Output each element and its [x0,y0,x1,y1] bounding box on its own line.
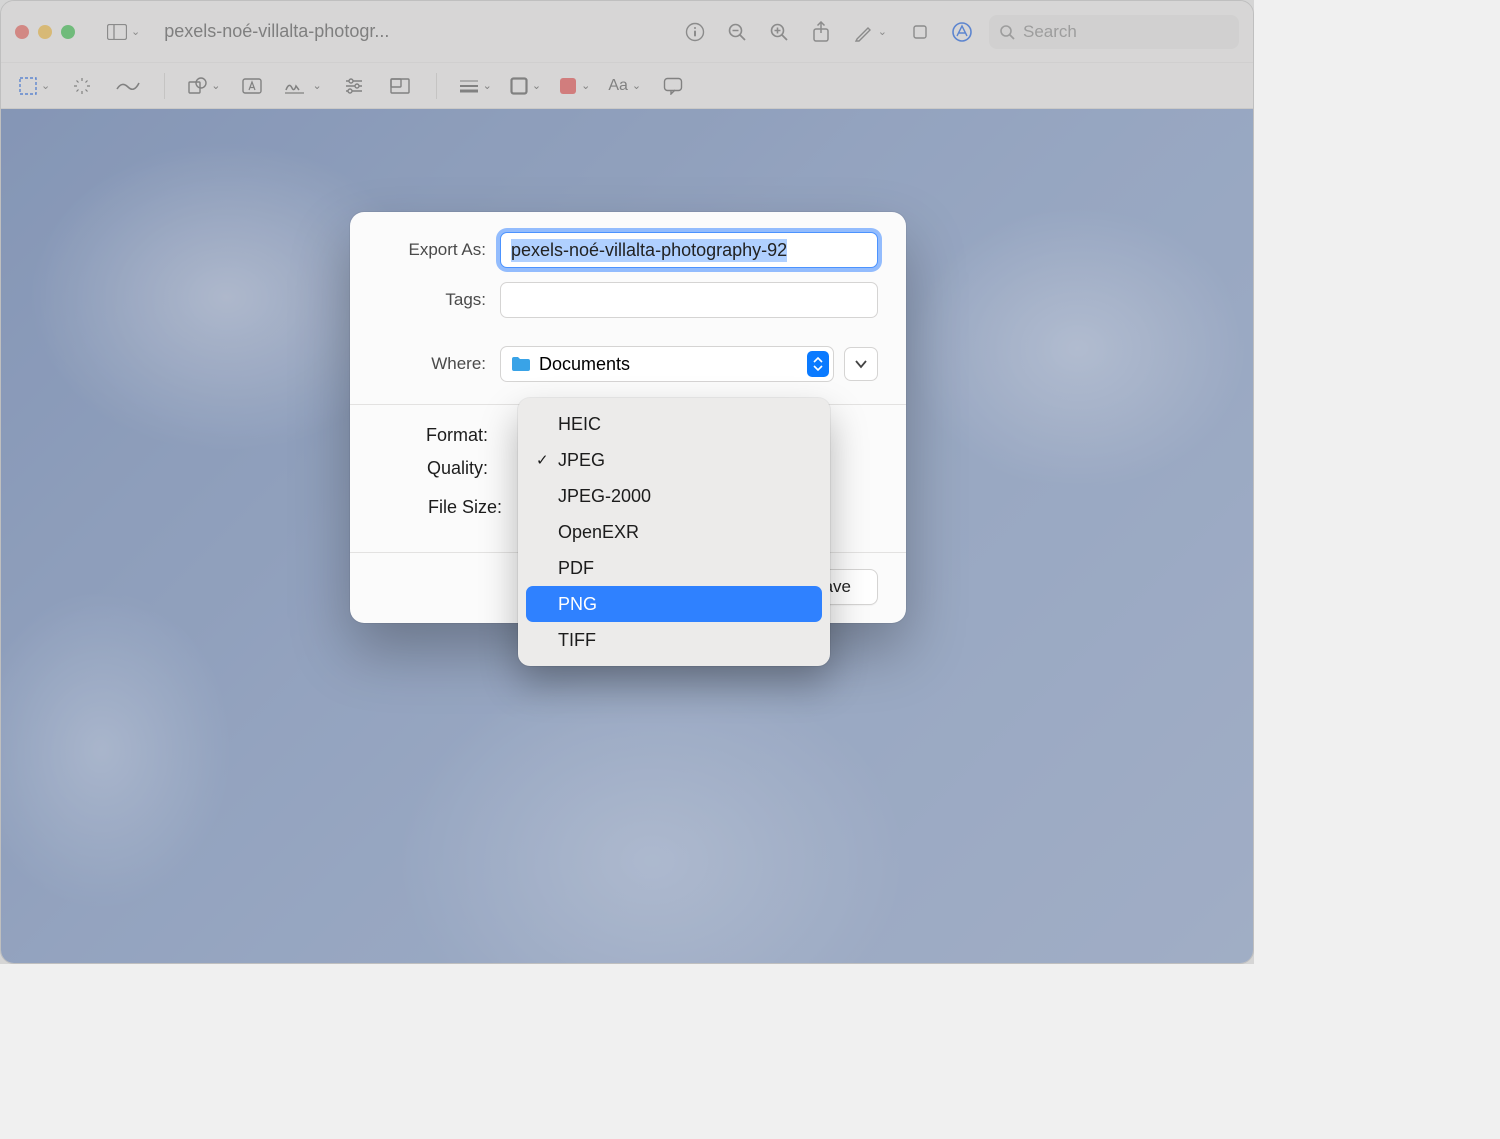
adjust-size-tool[interactable] [386,72,414,100]
share-button[interactable] [806,17,836,47]
zoom-window-button[interactable] [61,25,75,39]
search-field[interactable]: Search [989,15,1239,49]
text-style-tool[interactable]: Aa⌄ [608,72,641,100]
format-option-jpeg-2000[interactable]: JPEG-2000 [526,478,822,514]
export-as-label: Export As: [378,240,486,260]
format-option-tiff[interactable]: TIFF [526,622,822,658]
format-option-jpeg[interactable]: ✓ JPEG [526,442,822,478]
border-color-tool[interactable]: ⌄ [510,72,541,100]
format-option-label: JPEG [558,450,605,471]
adjust-color-tool[interactable] [340,72,368,100]
format-label: Format: [410,425,488,446]
search-icon [999,24,1015,40]
minimize-window-button[interactable] [38,25,52,39]
check-icon: ✓ [536,451,549,469]
where-stepper-icon [807,351,829,377]
where-select[interactable]: Documents [500,346,834,382]
expand-dialog-button[interactable] [844,347,878,381]
markup-toggle-button[interactable] [947,17,977,47]
export-as-value: pexels-noé-villalta-photography-92 [511,239,787,262]
where-label: Where: [378,354,486,374]
info-button[interactable] [680,17,710,47]
annotate-tool[interactable] [659,72,687,100]
zoom-in-button[interactable] [764,17,794,47]
chevron-down-icon [854,359,868,369]
format-option-heic[interactable]: HEIC [526,406,822,442]
markup-toolbar: ⌄ ⌄ ⌄ ⌄ ⌄ ⌄ Aa⌄ [1,63,1253,109]
format-option-label: PNG [558,594,597,615]
quality-label: Quality: [410,458,488,479]
format-option-pdf[interactable]: PDF [526,550,822,586]
window-controls [15,25,75,39]
export-as-field[interactable]: pexels-noé-villalta-photography-92 [500,232,878,268]
search-placeholder: Search [1023,22,1077,42]
format-option-label: TIFF [558,630,596,651]
fill-color-tool[interactable]: ⌄ [559,72,590,100]
shapes-tool[interactable]: ⌄ [187,72,220,100]
zoom-out-button[interactable] [722,17,752,47]
toolbar-divider [164,73,165,99]
format-option-label: OpenEXR [558,522,639,543]
format-option-openexr[interactable]: OpenEXR [526,514,822,550]
where-value: Documents [539,354,630,375]
format-popup-menu: HEIC ✓ JPEG JPEG-2000 OpenEXR PDF PNG TIFF [518,398,830,666]
titlebar: ⌄ pexels-noé-villalta-photogr... ⌄ Searc… [1,1,1253,63]
filesize-label: File Size: [410,497,502,518]
sign-tool[interactable]: ⌄ [284,72,321,100]
rotate-button[interactable] [905,17,935,47]
instant-alpha-tool[interactable] [68,72,96,100]
selection-tool[interactable]: ⌄ [19,72,50,100]
window-title: pexels-noé-villalta-photogr... [164,21,389,42]
tags-label: Tags: [378,290,486,310]
format-option-png[interactable]: PNG [526,586,822,622]
close-window-button[interactable] [15,25,29,39]
line-weight-tool[interactable]: ⌄ [459,72,492,100]
sidebar-toggle-button[interactable]: ⌄ [101,17,146,47]
text-tool[interactable] [238,72,266,100]
markup-button[interactable]: ⌄ [848,17,893,47]
folder-icon [511,356,531,372]
sketch-tool[interactable] [114,72,142,100]
format-option-label: JPEG-2000 [558,486,651,507]
tags-field[interactable] [500,282,878,318]
format-option-label: PDF [558,558,594,579]
format-option-label: HEIC [558,414,601,435]
toolbar-divider [436,73,437,99]
